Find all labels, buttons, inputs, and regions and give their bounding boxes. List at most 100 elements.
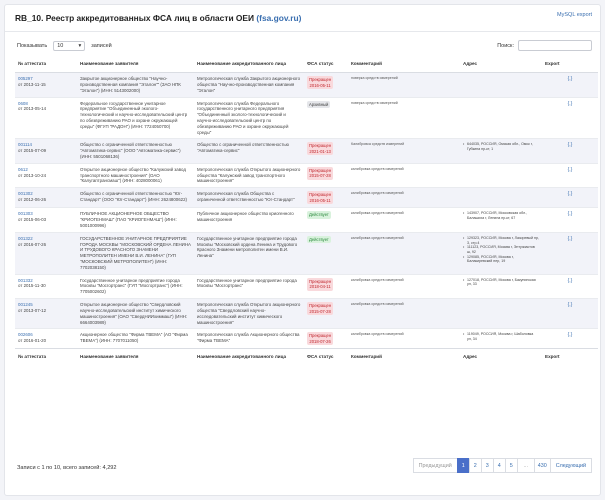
cell-address: 119049, РОССИЯ, Москва г, Шаболовка ул, … <box>460 328 542 349</box>
table-row: 002606 от 2016-01-20 Акционерное общество … <box>15 328 598 349</box>
export-row-button[interactable]: {.} <box>568 167 573 173</box>
certificate-link[interactable]: 001245 <box>18 302 33 307</box>
cell-status: Прекращен 2016-05-11 <box>304 187 348 208</box>
export-row-button[interactable]: {.} <box>568 302 573 308</box>
cell-num: 0612 от 2013-10-24 <box>15 162 77 188</box>
cell-applicant: Государственное унитарное предприятие го… <box>77 273 194 299</box>
cell-export: {.} <box>542 162 598 188</box>
table-row: 001332 от 2015-11-30 Государственное унита… <box>15 273 598 299</box>
status-text: Прекращен <box>309 167 332 173</box>
status-date: 2021-01-13 <box>309 148 331 154</box>
col-applicant-footer: Наименование заявителя <box>77 348 194 364</box>
table-info: Записи с 1 по 10, всего записей: 4,292 <box>17 465 117 471</box>
cell-status: Архивный <box>304 96 348 139</box>
cell-comment: калибровка средств измерений <box>348 162 460 188</box>
cell-export: {.} <box>542 207 598 233</box>
certificate-date: от 2013-11-15 <box>18 81 46 87</box>
certificate-link[interactable]: 001303 <box>18 211 33 216</box>
cell-export: {.} <box>542 187 598 208</box>
cell-address <box>460 96 542 139</box>
certificate-link[interactable]: 001332 <box>18 278 33 283</box>
cell-accredited: Метрологическая служба Акционерного обще… <box>194 328 304 349</box>
cell-status: Прекращен 2016-05-11 <box>304 72 348 97</box>
status-date: 2018-07-26 <box>309 338 331 344</box>
status-badge: Архивный <box>307 100 331 109</box>
cell-comment: калибровка средств измерений <box>348 187 460 208</box>
col-num-header[interactable]: № аттестата <box>15 57 77 74</box>
cell-comment: калибровка средств измерений <box>348 298 460 329</box>
pagination-previous-button[interactable]: Предыдущий <box>412 458 458 473</box>
export-row-button[interactable]: {.} <box>568 142 573 148</box>
status-text: Архивный <box>309 101 329 107</box>
export-row-button[interactable]: {.} <box>568 76 573 82</box>
export-row-button[interactable]: {.} <box>568 191 573 197</box>
status-date: 2015-07-28 <box>309 308 331 314</box>
pagination-page-last[interactable]: 430 <box>533 458 551 473</box>
certificate-link[interactable]: 005297 <box>18 76 33 81</box>
cell-comment: Калибровка средств измерений <box>348 138 460 164</box>
cell-num: 005297 от 2013-11-15 <box>15 72 77 97</box>
export-row-button[interactable]: {.} <box>568 211 573 217</box>
certificate-link[interactable]: 001114 <box>18 142 32 147</box>
col-num-footer: № аттестата <box>15 348 77 364</box>
col-accredited-header[interactable]: Наименование аккредитованного лица <box>194 57 304 74</box>
mysql-export-link[interactable]: MySQL export <box>557 12 592 18</box>
cell-num: 001302 от 2012-06-26 <box>15 187 77 208</box>
cell-export: {.} <box>542 298 598 329</box>
status-badge: Действует <box>307 211 331 219</box>
certificate-link[interactable]: 0612 <box>18 167 28 172</box>
pagination-next-button[interactable]: Следующий <box>549 458 592 473</box>
status-badge: Действует <box>307 235 331 244</box>
cell-num: 001322 от 2016-07-26 <box>15 231 77 275</box>
cell-status: Прекращен 2015-07-28 <box>304 298 348 329</box>
cell-comment: калибровка средств измерений <box>348 207 460 233</box>
status-date: 2016-05-11 <box>309 197 331 203</box>
search-input[interactable] <box>518 40 592 51</box>
status-badge: Прекращен 2015-07-28 <box>307 166 334 180</box>
address-item: 129085, РОССИЯ, Москва г, Балакиревский … <box>463 255 539 264</box>
certificate-link[interactable]: 0608 <box>18 101 28 106</box>
certificate-date: от 2016-01-20 <box>18 338 47 344</box>
cell-status: Прекращен 2015-07-28 <box>304 162 348 188</box>
address-item: 111123, РОССИЯ, Москва г, Энтузиастов ш,… <box>463 245 539 254</box>
cell-applicant: Федеральное государственное унитарное пр… <box>77 96 194 139</box>
certificate-date: от 2015-07-09 <box>18 148 47 154</box>
export-row-button[interactable]: {.} <box>568 278 573 284</box>
certificate-link[interactable]: 002606 <box>18 332 33 337</box>
status-text: Прекращен <box>309 333 332 339</box>
col-comment-header[interactable]: Комментарий <box>348 57 460 74</box>
status-text: Действует <box>309 236 329 242</box>
export-row-button[interactable]: {.} <box>568 236 573 242</box>
cell-accredited: Метрологическая служба Общества с ограни… <box>194 187 304 208</box>
cell-status: Прекращен 2021-01-13 <box>304 138 348 164</box>
certificate-date: от 2013-07-12 <box>18 307 47 313</box>
status-badge: Прекращен 2015-07-28 <box>307 302 334 316</box>
source-link[interactable]: (fsa.gov.ru) <box>256 13 301 23</box>
table-row: 0612 от 2013-10-24 Открытое акционерное об… <box>15 162 598 188</box>
certificate-date: от 2013-10-24 <box>18 172 47 178</box>
cell-accredited: Метрологическая служба Открытого акционе… <box>194 298 304 329</box>
cell-comment: калибровка средств измерений <box>348 273 460 299</box>
col-status-header[interactable]: ФСА статус <box>304 57 348 74</box>
pagination-ellipsis: ... <box>516 458 535 473</box>
cell-address <box>460 162 542 188</box>
col-applicant-header[interactable]: Наименование заявителя <box>77 57 194 74</box>
export-row-button[interactable]: {.} <box>568 332 573 338</box>
table-row: 001303 от 2015-06-03 ПУБЛИЧНОЕ АКЦИОНЕРНОЕ… <box>15 207 598 233</box>
search-control: Поиск: <box>497 40 592 51</box>
certificate-link[interactable]: 001302 <box>18 191 33 196</box>
status-badge: Прекращен 2018-04-11 <box>307 277 334 291</box>
page-length-select[interactable]: 10 ▾ <box>53 41 86 51</box>
col-export-header[interactable]: Export <box>542 57 598 74</box>
address-item: 127018, РОССИЯ, Москва г, Бакунинская ул… <box>463 278 539 287</box>
col-address-header[interactable]: Адрес <box>460 57 542 74</box>
cell-export: {.} <box>542 231 598 275</box>
cell-comment: поверка средств измерений <box>348 72 460 97</box>
cell-status: Прекращен 2018-04-11 <box>304 273 348 299</box>
chevron-down-icon: ▾ <box>78 43 82 49</box>
export-row-button[interactable]: {.} <box>568 101 573 107</box>
certificate-link[interactable]: 001322 <box>18 236 33 241</box>
cell-applicant: ПУБЛИЧНОЕ АКЦИОНЕРНОЕ ОБЩЕСТВО "КРИОГЕНМ… <box>77 207 194 233</box>
cell-applicant: Открытое акционерное общество "Свердловс… <box>77 298 194 329</box>
status-badge: Прекращен 2021-01-13 <box>307 142 334 156</box>
